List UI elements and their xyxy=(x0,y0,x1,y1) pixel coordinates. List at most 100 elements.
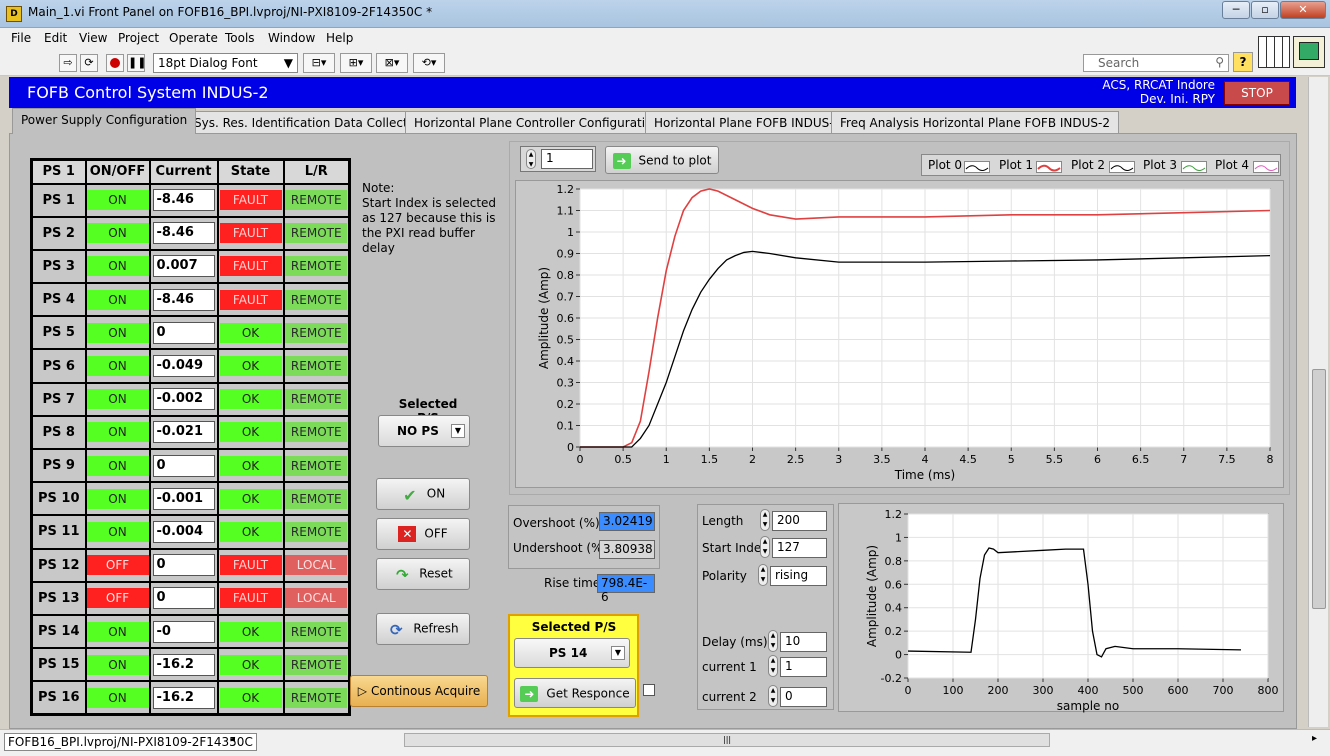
onoff-indicator: ON xyxy=(86,621,149,642)
x-tick-label: 3 xyxy=(835,453,842,466)
tab-power-supply-configuration[interactable]: Power Supply Configuration xyxy=(12,108,197,134)
lr-cell: REMOTE xyxy=(282,182,351,218)
close-button[interactable]: ✕ xyxy=(1280,1,1326,19)
onoff-cell: ON xyxy=(84,381,151,417)
table-row: PS 7 ON -0.002 OK REMOTE xyxy=(30,381,351,417)
ps-name: PS 14 xyxy=(30,613,87,650)
lr-cell: REMOTE xyxy=(282,348,351,384)
vertical-scrollbar[interactable] xyxy=(1308,77,1328,727)
step-response-svg: 0 0.5 1 1.5 2 2.5 3 3.5 4 4.5 5 5.5 6 6.5 7 7.5 8 0 0.1 0.2… xyxy=(537,183,1274,482)
start-index-spinner[interactable]: ▲ ▼ xyxy=(760,536,770,558)
plot-index-input[interactable]: 1 xyxy=(541,149,593,169)
get-response-button[interactable]: ➜ Get Responce xyxy=(514,678,636,708)
pause-icon[interactable]: ❚❚ xyxy=(127,54,146,72)
tab-horizontal-fofb[interactable]: Horizontal Plane FOFB INDUS-2 xyxy=(645,111,851,134)
current-value: 0 xyxy=(152,554,215,577)
current2-input[interactable]: 0 xyxy=(780,687,827,707)
legend-swatch-3 xyxy=(1181,161,1207,173)
plot-index-control[interactable]: ▲ ▼ 1 xyxy=(520,146,596,172)
lr-indicator: REMOTE xyxy=(285,621,348,642)
stop-button[interactable]: STOP xyxy=(1224,81,1290,105)
window-title: Main_1.vi Front Panel on FOFB16_BPI.lvpr… xyxy=(28,5,433,19)
lr-indicator: REMOTE xyxy=(285,488,348,509)
continuous-acquire-button[interactable]: ▷ Continous Acquire xyxy=(350,675,488,707)
run-arrow-icon[interactable]: ⇨ xyxy=(59,54,77,72)
menu-file[interactable]: File xyxy=(11,31,31,45)
length-input[interactable]: 200 xyxy=(772,511,827,531)
reset-button[interactable]: ↷ Reset xyxy=(376,558,470,590)
state-indicator: FAULT xyxy=(219,289,282,310)
onoff-cell: ON xyxy=(84,182,151,218)
search-input[interactable]: Search ⚲ xyxy=(1083,54,1229,72)
project-path: FOFB16_BPI.lvproj/NI-PXI8109-2F14350C xyxy=(4,733,257,751)
menu-help[interactable]: Help xyxy=(326,31,353,45)
current1-spinner[interactable]: ▲ ▼ xyxy=(768,655,778,677)
state-indicator: OK xyxy=(219,521,282,542)
send-to-plot-button[interactable]: ➜ Send to plot xyxy=(605,146,719,174)
table-row: PS 13 OFF 0 FAULT LOCAL xyxy=(30,580,351,616)
lr-cell: REMOTE xyxy=(282,248,351,285)
resize-objects-icon[interactable]: ⊠▾ xyxy=(376,53,408,73)
state-indicator: OK xyxy=(219,654,282,675)
onoff-cell: ON xyxy=(84,647,151,683)
menu-view[interactable]: View xyxy=(79,31,107,45)
current2-spinner[interactable]: ▲ ▼ xyxy=(768,685,778,707)
polarity-input[interactable]: rising xyxy=(770,566,827,586)
get-response-checkbox[interactable] xyxy=(643,684,655,696)
lr-cell: LOCAL xyxy=(282,547,351,583)
tab-horizontal-controller-config[interactable]: Horizontal Plane Controller Configuratio… xyxy=(405,111,670,134)
menu-window[interactable]: Window xyxy=(268,31,315,45)
tab-freq-analysis[interactable]: Freq Analysis Horizontal Plane FOFB INDU… xyxy=(831,111,1119,134)
onoff-indicator: ON xyxy=(86,256,149,277)
scroll-right-icon[interactable]: ▸ xyxy=(1312,733,1317,744)
distribute-objects-icon[interactable]: ⊞▾ xyxy=(340,53,372,73)
x-icon: ✕ xyxy=(398,526,417,542)
state-cell: FAULT xyxy=(216,282,285,318)
table-row: PS 16 ON -16.2 OK REMOTE xyxy=(30,680,351,716)
index-spinner[interactable]: ▲ ▼ xyxy=(526,149,536,169)
length-spinner[interactable]: ▲ ▼ xyxy=(760,509,770,531)
y-tick-label: 0.6 xyxy=(557,312,575,325)
ps-name: PS 2 xyxy=(30,215,87,251)
current1-input[interactable]: 1 xyxy=(780,657,827,677)
state-indicator: FAULT xyxy=(219,588,282,609)
horizontal-scrollbar[interactable]: ||| xyxy=(404,733,1050,747)
help-icon[interactable]: ? xyxy=(1233,52,1253,72)
reorder-icon[interactable]: ⟲▾ xyxy=(413,53,445,73)
current-cell: -8.46 xyxy=(148,182,219,218)
tab-sys-res-identification[interactable]: Sys. Res. Identification Data Collection xyxy=(185,111,435,134)
x-tick-label: 400 xyxy=(1078,684,1099,697)
minimize-button[interactable]: ─ xyxy=(1222,1,1250,19)
selected-ps-dropdown[interactable]: NO PS ▼ xyxy=(378,415,470,447)
menu-project[interactable]: Project xyxy=(118,31,159,45)
font-selector[interactable]: 18pt Dialog Font ▼ xyxy=(153,53,298,73)
scroll-left-icon[interactable]: ◂ xyxy=(230,734,235,745)
onoff-cell: OFF xyxy=(84,580,151,616)
polarity-spinner[interactable]: ▲ ▼ xyxy=(758,564,768,586)
menu-tools[interactable]: Tools xyxy=(225,31,255,45)
current-value: -0 xyxy=(152,620,215,643)
onoff-cell: ON xyxy=(84,481,151,517)
x-tick-label: 1 xyxy=(663,453,670,466)
delay-input[interactable]: 10 xyxy=(780,632,827,652)
menu-edit[interactable]: Edit xyxy=(44,31,67,45)
x-tick-label: 300 xyxy=(1033,684,1054,697)
y-tick-label: 0.4 xyxy=(885,602,903,615)
acquire-ps-dropdown[interactable]: PS 14 ▼ xyxy=(514,638,630,668)
current-value: 0.007 xyxy=(152,255,215,278)
play-icon: ▷ xyxy=(357,684,368,698)
align-objects-icon[interactable]: ⊟▾ xyxy=(303,53,335,73)
off-button[interactable]: ✕ OFF xyxy=(376,518,470,550)
menu-operate[interactable]: Operate xyxy=(169,31,218,45)
abort-icon[interactable] xyxy=(106,54,124,72)
on-button[interactable]: ✔ ON xyxy=(376,478,470,510)
x-tick-label: 100 xyxy=(943,684,964,697)
refresh-button[interactable]: ⟳ Refresh xyxy=(376,613,470,645)
start-index-input[interactable]: 127 xyxy=(772,538,827,558)
lr-indicator: LOCAL xyxy=(285,555,348,576)
run-continuously-icon[interactable]: ⟳ xyxy=(80,54,98,72)
delay-spinner[interactable]: ▲ ▼ xyxy=(768,630,778,652)
lr-cell: LOCAL xyxy=(282,580,351,616)
maximize-button[interactable]: ▫ xyxy=(1251,1,1279,19)
ps-name: PS 10 xyxy=(30,481,87,517)
